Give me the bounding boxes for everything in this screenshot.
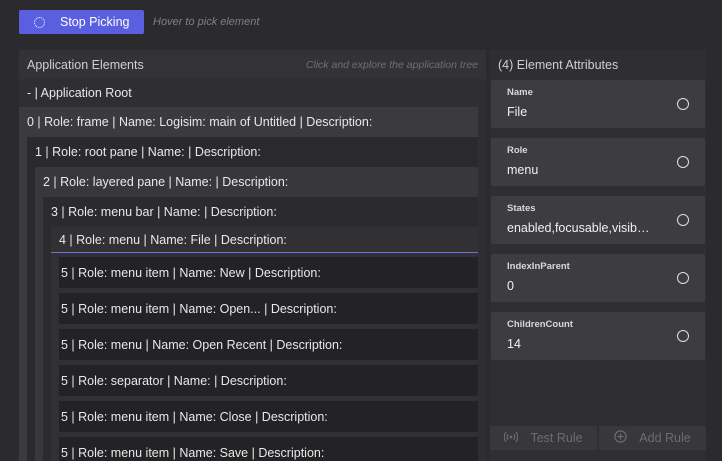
radio-circle-icon[interactable] [677,272,689,284]
radio-circle-icon[interactable] [677,214,689,226]
attribute-name: Name [507,87,533,98]
broadcast-icon [504,431,519,446]
attribute-name: Role [507,145,528,156]
tree-node-label: 2 | Role: layered pane | Name: | Descrip… [43,175,289,189]
radio-circle-icon[interactable] [677,98,689,110]
tree-item-label: 5 | Role: menu item | Name: New | Descri… [61,265,321,280]
add-rule-label: Add Rule [639,431,691,445]
attribute-value: 14 [507,337,521,351]
element-tree[interactable]: - | Application Root 0 | Role: frame | N… [19,79,486,461]
attribute-value: 0 [507,279,514,293]
attribute-value: File [507,105,528,119]
attribute-card-states: States enabled,focusable,visible,showing [491,196,705,244]
tree-node-label: 1 | Role: root pane | Name: | Descriptio… [35,145,261,159]
tree-item[interactable]: 5 | Role: menu item | Name: Open... | De… [59,293,478,324]
attribute-value: menu [507,163,539,177]
toolbar: Stop Picking Hover to pick element [19,10,259,34]
tree-item-label: 5 | Role: menu | Name: Open Recent | Des… [61,337,343,352]
tree-node-label: 4 | Role: menu | Name: File | Descriptio… [51,227,478,253]
test-rule-button[interactable]: Test Rule [490,426,597,450]
stop-picking-label: Stop Picking [60,15,130,29]
attributes-title: (4) Element Attributes [498,57,619,72]
child-items: 5 | Role: menu item | Name: New | Descri… [59,257,478,461]
spinner-icon [34,16,45,28]
tree-item[interactable]: 5 | Role: menu item | Name: Close | Desc… [59,401,478,432]
stop-picking-button[interactable]: Stop Picking [19,10,144,34]
attribute-card-index-in-parent: IndexInParent 0 [491,254,705,302]
attribute-name: ChildrenCount [507,319,573,330]
tree-item-label: 5 | Role: separator | Name: | Descriptio… [61,373,287,388]
element-attributes-panel: (4) Element Attributes Name File Role me… [490,50,706,461]
panel-header: Application Elements Click and explore t… [19,50,486,79]
tree-item[interactable]: 5 | Role: separator | Name: | Descriptio… [59,365,478,396]
tree-root[interactable]: - | Application Root [19,79,486,107]
tree-item-label: 5 | Role: menu item | Name: Open... | De… [61,301,337,316]
tree-item[interactable]: 5 | Role: menu | Name: Open Recent | Des… [59,329,478,360]
rule-footer: Test Rule Add Rule [490,426,706,450]
tree-node-label: 0 | Role: frame | Name: Logisim: main of… [27,115,373,129]
tree-item-label: 5 | Role: menu item | Name: Save | Descr… [61,445,325,460]
hover-hint: Hover to pick element [153,16,260,28]
plus-circle-icon [614,430,627,446]
attribute-name: States [507,203,536,214]
add-rule-button[interactable]: Add Rule [599,426,706,450]
panel-title: Application Elements [27,57,144,72]
application-elements-panel: Application Elements Click and explore t… [19,50,486,461]
panel-hint: Click and explore the application tree [305,58,478,71]
radio-circle-icon[interactable] [677,156,689,168]
attribute-name: IndexInParent [507,261,570,272]
attribute-value: enabled,focusable,visible,showing [507,221,652,235]
tree-item-label: 5 | Role: menu item | Name: Close | Desc… [61,409,328,424]
tree-item[interactable]: 5 | Role: menu item | Name: Save | Descr… [59,437,478,461]
attribute-card-children-count: ChildrenCount 14 [491,312,705,360]
tree-node-menu-file-selected[interactable]: 4 | Role: menu | Name: File | Descriptio… [51,227,478,461]
attribute-card-role: Role menu [491,138,705,186]
radio-circle-icon[interactable] [677,330,689,342]
tree-node-label: 3 | Role: menu bar | Name: | Description… [51,205,277,219]
test-rule-label: Test Rule [530,431,583,445]
tree-item[interactable]: 5 | Role: menu item | Name: New | Descri… [59,257,478,288]
attribute-card-name: Name File [491,80,705,128]
